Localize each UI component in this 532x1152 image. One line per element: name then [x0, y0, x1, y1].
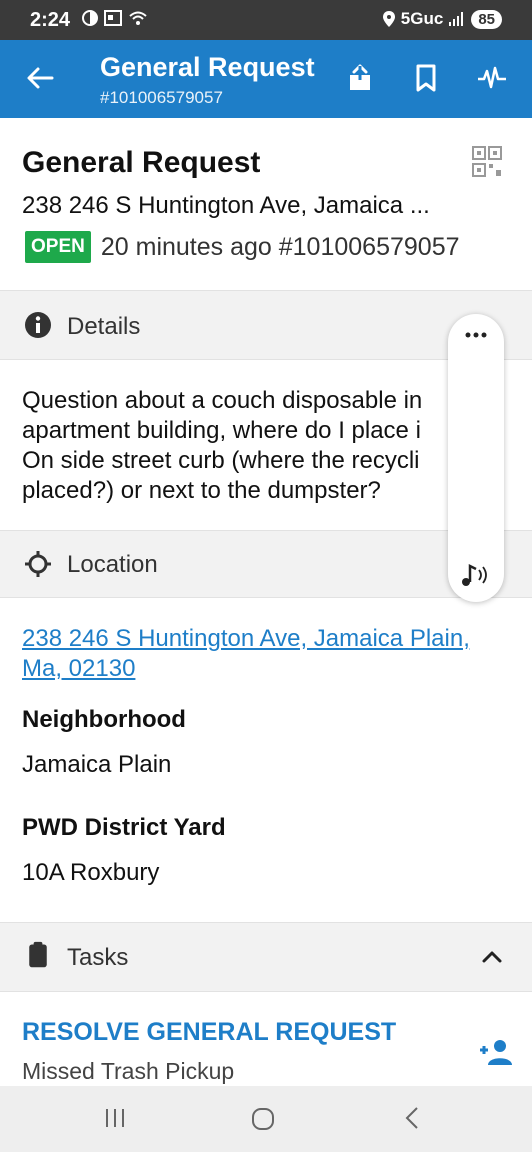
neighborhood-label: Neighborhood: [22, 706, 186, 733]
clipboard-icon: [29, 941, 47, 968]
task-subtitle: Missed Trash Pickup: [22, 1058, 235, 1084]
task-title[interactable]: RESOLVE GENERAL REQUEST: [22, 1018, 396, 1047]
tasks-section-header[interactable]: Tasks: [0, 922, 532, 992]
app-bar: General Request #101006579057: [0, 40, 532, 118]
details-line: Question about a couch disposable in: [22, 387, 423, 414]
status-right: 5Guc 85: [382, 9, 502, 29]
add-person-icon[interactable]: [478, 1038, 512, 1066]
activity-icon[interactable]: [476, 62, 508, 94]
do-not-disturb-icon: [82, 10, 98, 26]
network-label: 5Guc: [400, 9, 444, 28]
chevron-up-icon[interactable]: [480, 945, 504, 969]
district-value: 10A Roxbury: [22, 859, 160, 886]
signal-icon: [449, 12, 464, 26]
status-badge: OPEN: [25, 231, 91, 263]
battery-level: 85: [471, 9, 502, 29]
info-icon: [25, 312, 51, 338]
bookmark-icon[interactable]: [410, 62, 442, 94]
share-icon[interactable]: [344, 62, 376, 94]
request-address: 238 246 S Huntington Ave, Jamaica ...: [22, 192, 430, 219]
arrow-left-icon[interactable]: [24, 62, 56, 94]
location-pin-icon: [382, 11, 395, 27]
status-bar: 2:24 5Guc 85: [0, 0, 532, 40]
sound-icon[interactable]: [458, 560, 492, 590]
app-bar-subtitle: #101006579057: [100, 88, 223, 107]
recent-apps-icon[interactable]: [103, 1106, 127, 1130]
floating-panel: [448, 314, 504, 602]
request-title: General Request: [22, 146, 261, 179]
location-label: Location: [67, 551, 158, 578]
app-bar-title: General Request: [100, 52, 315, 82]
qr-code-icon[interactable]: [472, 146, 502, 178]
status-text: 20 minutes ago #101006579057: [100, 232, 460, 261]
system-nav-bar: [0, 1086, 532, 1152]
details-line: apartment building, where do I place i: [22, 417, 421, 444]
status-icons: [82, 10, 148, 26]
back-nav-icon[interactable]: [402, 1106, 422, 1130]
address-link[interactable]: 238 246 S Huntington Ave, Jamaica Plain,…: [22, 624, 510, 684]
tasks-label: Tasks: [67, 944, 129, 971]
home-icon[interactable]: [250, 1106, 276, 1132]
details-line: placed?) or next to the dumpster?: [22, 477, 381, 504]
more-icon[interactable]: [462, 330, 490, 340]
neighborhood-value: Jamaica Plain: [22, 751, 172, 778]
status-row: OPEN 20 minutes ago #101006579057: [25, 231, 460, 263]
details-line: On side street curb (where the recycli: [22, 447, 420, 474]
district-label: PWD District Yard: [22, 814, 226, 841]
news-icon: [104, 10, 122, 26]
status-time: 2:24: [30, 9, 71, 31]
wifi-icon: [129, 11, 147, 25]
details-label: Details: [67, 313, 141, 340]
crosshair-icon: [25, 551, 51, 577]
